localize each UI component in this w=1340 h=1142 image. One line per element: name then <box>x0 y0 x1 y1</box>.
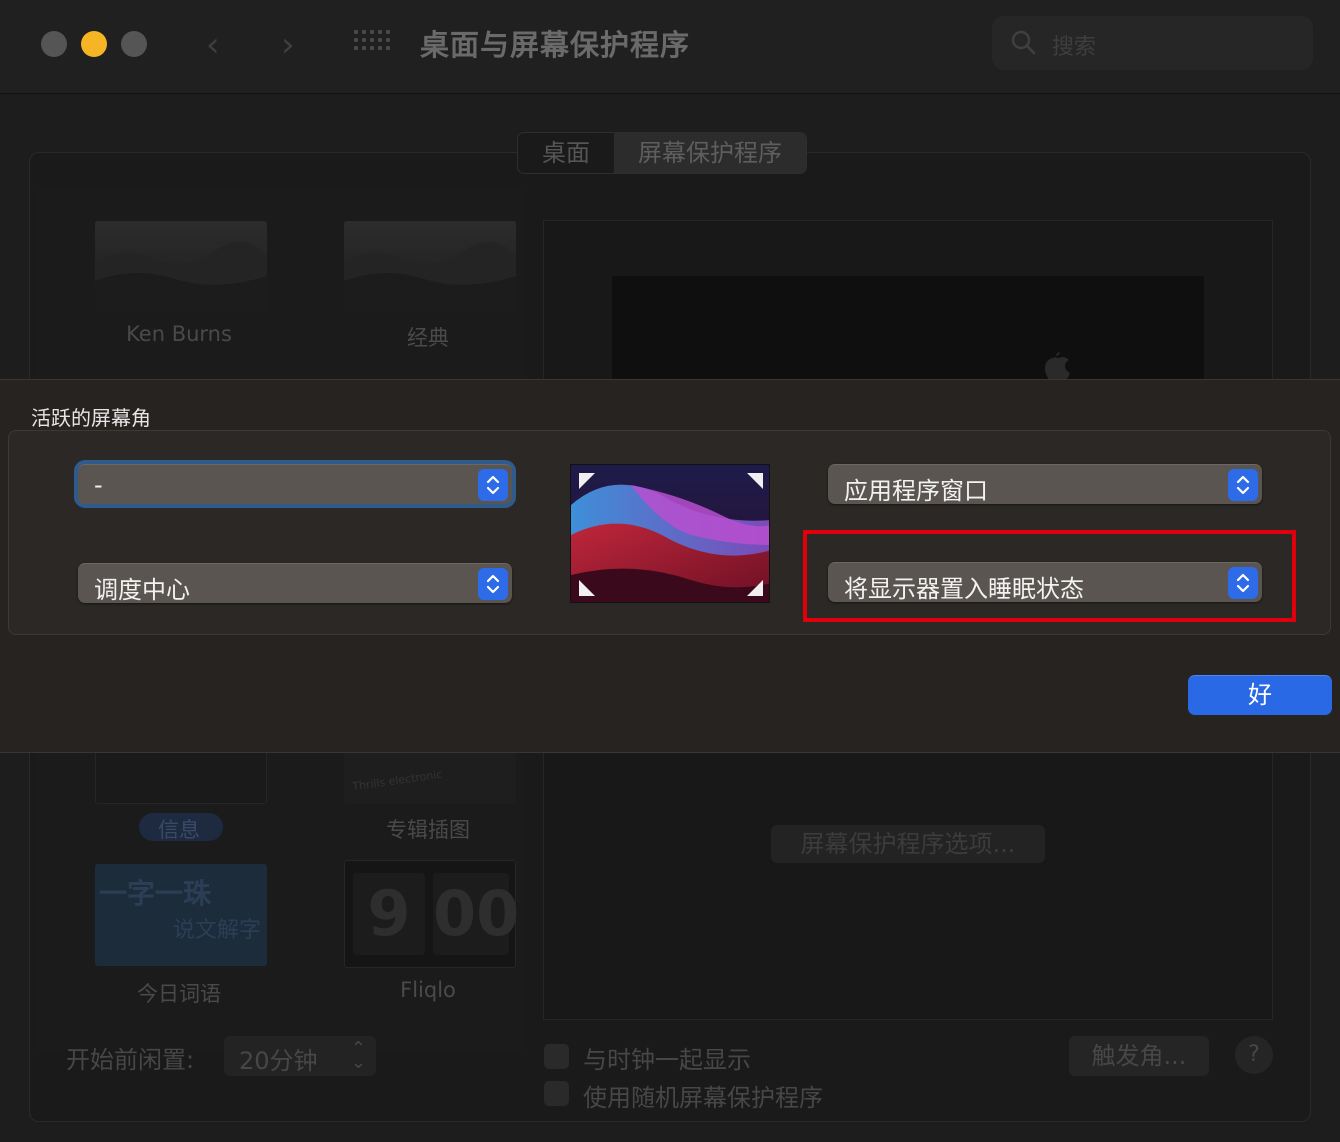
help-button[interactable]: ? <box>1235 1036 1273 1074</box>
mountain-landscape-image <box>344 241 516 313</box>
hot-corners-sheet: 活跃的屏幕角 - 调度中心 应用程序窗口 将显示器置入睡眠状态 好 <box>0 379 1340 753</box>
tab-desktop[interactable]: 桌面 <box>518 133 614 173</box>
screensaver-label: 经典 <box>407 326 449 350</box>
apple-logo-icon <box>1045 352 1070 382</box>
top-right-corner-value: 应用程序窗口 <box>844 477 988 505</box>
top-left-corner-value: - <box>94 471 103 499</box>
back-arrow-icon[interactable]: ‹ <box>206 25 220 65</box>
chevron-updown-icon <box>1228 469 1258 501</box>
word-of-day-text: 一字一珠 <box>99 877 212 910</box>
idle-time-select[interactable]: 20分钟 ⌃ ⌄ <box>224 1036 376 1076</box>
search-placeholder: 搜索 <box>1052 35 1097 60</box>
bottom-left-corner-select[interactable]: 调度中心 <box>78 563 512 604</box>
chevron-updown-icon <box>478 469 508 501</box>
screensaver-thumb-ken-burns[interactable] <box>95 221 267 313</box>
word-of-day-subtext: 说文解字 <box>173 918 262 943</box>
search-icon <box>1011 30 1036 55</box>
zoom-window-button[interactable] <box>121 31 147 57</box>
album-art-text: Thrills electronic <box>351 767 444 794</box>
bottom-left-corner-value: 调度中心 <box>94 576 190 604</box>
top-left-corner-select[interactable]: - <box>78 464 512 504</box>
chevron-updown-icon <box>478 568 508 600</box>
show-with-clock-checkbox[interactable] <box>544 1044 569 1069</box>
fliqlo-hour: 9 <box>353 873 425 955</box>
fliqlo-minute: 00 <box>433 873 519 955</box>
show-all-grid-icon[interactable] <box>354 30 390 56</box>
screen-corners-preview <box>570 464 770 603</box>
search-field[interactable]: 搜索 <box>992 16 1313 70</box>
tab-bar: 桌面 屏幕保护程序 <box>517 132 807 174</box>
idle-time-value: 20分钟 <box>239 1047 318 1075</box>
hot-corners-button[interactable]: 触发角... <box>1069 1036 1209 1076</box>
random-screensaver-checkbox[interactable] <box>544 1081 569 1106</box>
sheet-title: 活跃的屏幕角 <box>31 406 151 430</box>
ok-button[interactable]: 好 <box>1188 675 1332 715</box>
screensaver-thumb-fliqlo[interactable]: 9 00 <box>344 860 519 968</box>
screensaver-label: Fliqlo <box>400 978 456 1002</box>
screensaver-label-selected: 信息 <box>158 818 200 842</box>
show-with-clock-label: 与时钟一起显示 <box>583 1046 751 1074</box>
mountain-landscape-image <box>95 241 267 313</box>
preview-screen <box>612 276 1204 382</box>
screensaver-label: Ken Burns <box>126 322 232 346</box>
chevron-updown-icon: ⌃ ⌄ <box>350 1038 366 1073</box>
title-bar: ‹ › 桌面与屏幕保护程序 搜索 <box>0 0 1340 94</box>
wallpaper-image <box>571 465 769 602</box>
tab-screen-saver[interactable]: 屏幕保护程序 <box>614 133 806 173</box>
screensaver-label: 专辑插图 <box>386 818 470 842</box>
screensaver-options-button[interactable]: 屏幕保护程序选项... <box>771 825 1045 863</box>
idle-label: 开始前闲置: <box>66 1046 195 1074</box>
screensaver-label: 今日词语 <box>137 982 221 1006</box>
window-title: 桌面与屏幕保护程序 <box>420 28 691 62</box>
minimize-window-button[interactable] <box>81 31 107 57</box>
screensaver-thumb-word-of-day[interactable]: 一字一珠 说文解字 <box>95 864 267 966</box>
screensaver-thumb-classic[interactable] <box>344 221 516 313</box>
annotation-highlight-box <box>803 530 1296 622</box>
forward-arrow-icon[interactable]: › <box>281 25 295 65</box>
top-right-corner-select[interactable]: 应用程序窗口 <box>828 464 1262 505</box>
random-screensaver-label: 使用随机屏幕保护程序 <box>583 1084 823 1112</box>
close-window-button[interactable] <box>41 31 67 57</box>
